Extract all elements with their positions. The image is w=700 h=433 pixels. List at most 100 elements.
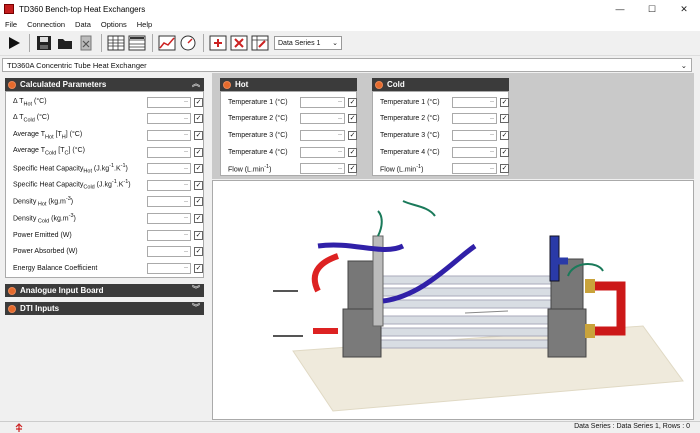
parameter-value-field[interactable]: -- [147,196,191,208]
app-icon [4,4,14,14]
menu-bar: File Connection Data Options Help [0,18,700,31]
parameter-label-unit: (°C) [273,98,288,106]
parameter-checkbox[interactable]: ✓ [194,213,203,223]
parameter-value-field[interactable]: -- [147,96,191,108]
parameter-label: Power Emitted (W) [13,232,72,239]
parameter-checkbox[interactable]: ✓ [500,114,509,124]
parameter-checkbox[interactable]: ✓ [194,247,203,257]
parameter-row: Specific Heat CapacityHot (J.kg-1.K-1) --… [6,160,203,177]
title-bar: TD360 Bench-top Heat Exchangers — ☐ ✕ [0,0,700,18]
parameter-checkbox[interactable]: ✓ [348,97,357,107]
parameter-checkbox[interactable]: ✓ [500,97,509,107]
parameter-value-field[interactable]: -- [300,96,345,108]
parameter-checkbox[interactable]: ✓ [194,147,203,157]
parameter-value-field[interactable]: -- [300,146,345,158]
chevron-down-icon: ︾ [192,303,200,312]
parameter-checkbox[interactable]: ✓ [194,230,203,240]
dti-inputs-header[interactable]: DTI Inputs ︾ [5,302,204,315]
parameter-row: Average TCold [TC] (°C) -- ✓ [6,144,203,161]
data-series-select[interactable]: Data Series 1 ⌄ [274,36,342,50]
parameter-label-label: Average T [13,130,46,138]
parameter-value-field[interactable]: -- [452,146,497,158]
hot-body: Temperature 1 (°C) -- ✓ Temperature 2 (°C) -… [220,91,357,176]
gear-icon [375,80,383,89]
status-text: Data Series : Data Series 1, Rows : 0 [574,423,690,430]
parameter-value-field[interactable]: -- [300,113,345,125]
menu-help[interactable]: Help [137,20,152,29]
minimize-button[interactable]: — [604,0,636,18]
parameter-value-field[interactable]: -- [147,229,191,241]
parameter-label: Temperature 2 (°C) [228,115,288,122]
open-button[interactable] [55,34,74,53]
clear-button[interactable] [76,34,95,53]
parameter-checkbox[interactable]: ✓ [194,130,203,140]
parameter-checkbox[interactable]: ✓ [194,164,203,174]
parameter-checkbox[interactable]: ✓ [348,164,357,174]
parameter-label-unit: (W) [64,248,78,256]
parameter-row: Temperature 2 (°C) -- ✓ [373,111,509,128]
parameter-value-field[interactable]: -- [147,146,191,158]
add-series-button[interactable] [208,34,227,53]
parameter-checkbox[interactable]: ✓ [500,130,509,140]
parameter-label-label: Density [13,198,37,206]
play-button[interactable] [4,34,23,53]
parameter-checkbox[interactable]: ✓ [194,114,203,124]
parameter-checkbox[interactable]: ✓ [348,147,357,157]
parameter-checkbox[interactable]: ✓ [194,97,203,107]
parameter-label-sub: Hot [36,201,47,208]
parameter-checkbox[interactable]: ✓ [348,114,357,124]
parameter-value-field[interactable]: -- [452,129,497,141]
chart-view-button[interactable] [127,34,146,53]
close-button[interactable]: ✕ [668,0,700,18]
parameter-checkbox[interactable]: ✓ [500,164,509,174]
parameter-row: Temperature 2 (°C) -- ✓ [221,111,357,128]
parameter-label-label: Δ T [13,114,24,122]
parameter-label: Average THot [TH] (°C) [13,131,82,140]
parameter-row: Flow (L.min-1) -- ✓ [221,160,357,177]
parameter-checkbox[interactable]: ✓ [348,130,357,140]
save-button[interactable] [34,34,53,53]
menu-options[interactable]: Options [101,20,127,29]
parameter-value-field[interactable]: -- [452,96,497,108]
parameter-row: Temperature 4 (°C) -- ✓ [221,144,357,161]
parameter-value-field[interactable]: -- [147,113,191,125]
maximize-button[interactable]: ☐ [636,0,668,18]
table-view-button[interactable] [106,34,125,53]
parameter-value-field[interactable]: -- [147,129,191,141]
device-select[interactable]: TD360A Concentric Tube Heat Exchanger ⌄ [2,58,692,72]
parameter-value-field[interactable]: -- [147,179,191,191]
delete-series-button[interactable] [229,34,248,53]
parameter-label-label: Temperature 3 [228,131,274,139]
parameter-value-field[interactable]: -- [147,212,191,224]
parameter-label: Density Hot (kg.m-3) [13,196,73,208]
parameter-label: Temperature 3 (°C) [380,132,440,139]
edit-series-button[interactable] [250,34,269,53]
parameter-value-field[interactable]: -- [300,129,345,141]
parameter-value-field[interactable]: -- [452,113,497,125]
gauge-button[interactable] [178,34,197,53]
parameter-checkbox[interactable]: ✓ [194,180,203,190]
parameter-value-field[interactable]: -- [147,163,191,175]
parameter-value-field[interactable]: -- [452,163,497,175]
menu-data[interactable]: Data [75,20,91,29]
parameter-label-sub: Cold [83,185,95,192]
analogue-input-board-header[interactable]: Analogue Input Board ︾ [5,284,204,297]
parameter-value-field[interactable]: -- [300,163,345,175]
hot-header[interactable]: Hot [220,78,357,91]
parameter-row: Temperature 1 (°C) -- ✓ [221,94,357,111]
parameter-value-field[interactable]: -- [147,246,191,258]
parameter-label-label: Power Absorbed [13,248,65,256]
graph-button[interactable] [157,34,176,53]
parameter-label-label: Flow [380,166,395,174]
parameter-value-field[interactable]: -- [147,262,191,274]
parameter-checkbox[interactable]: ✓ [194,197,203,207]
calculated-parameters-body: Δ THot (°C) -- ✓ Δ TCold (°C) -- ✓ Average THo… [5,91,204,278]
parameter-checkbox[interactable]: ✓ [194,263,203,273]
menu-file[interactable]: File [5,20,17,29]
calculated-parameters-header[interactable]: Calculated Parameters ︽ [5,78,204,91]
parameter-row: Energy Balance Coefficient -- ✓ [6,260,203,277]
menu-connection[interactable]: Connection [27,20,65,29]
parameter-label-sub: Cold [45,150,57,157]
parameter-checkbox[interactable]: ✓ [500,147,509,157]
cold-header[interactable]: Cold [372,78,509,91]
